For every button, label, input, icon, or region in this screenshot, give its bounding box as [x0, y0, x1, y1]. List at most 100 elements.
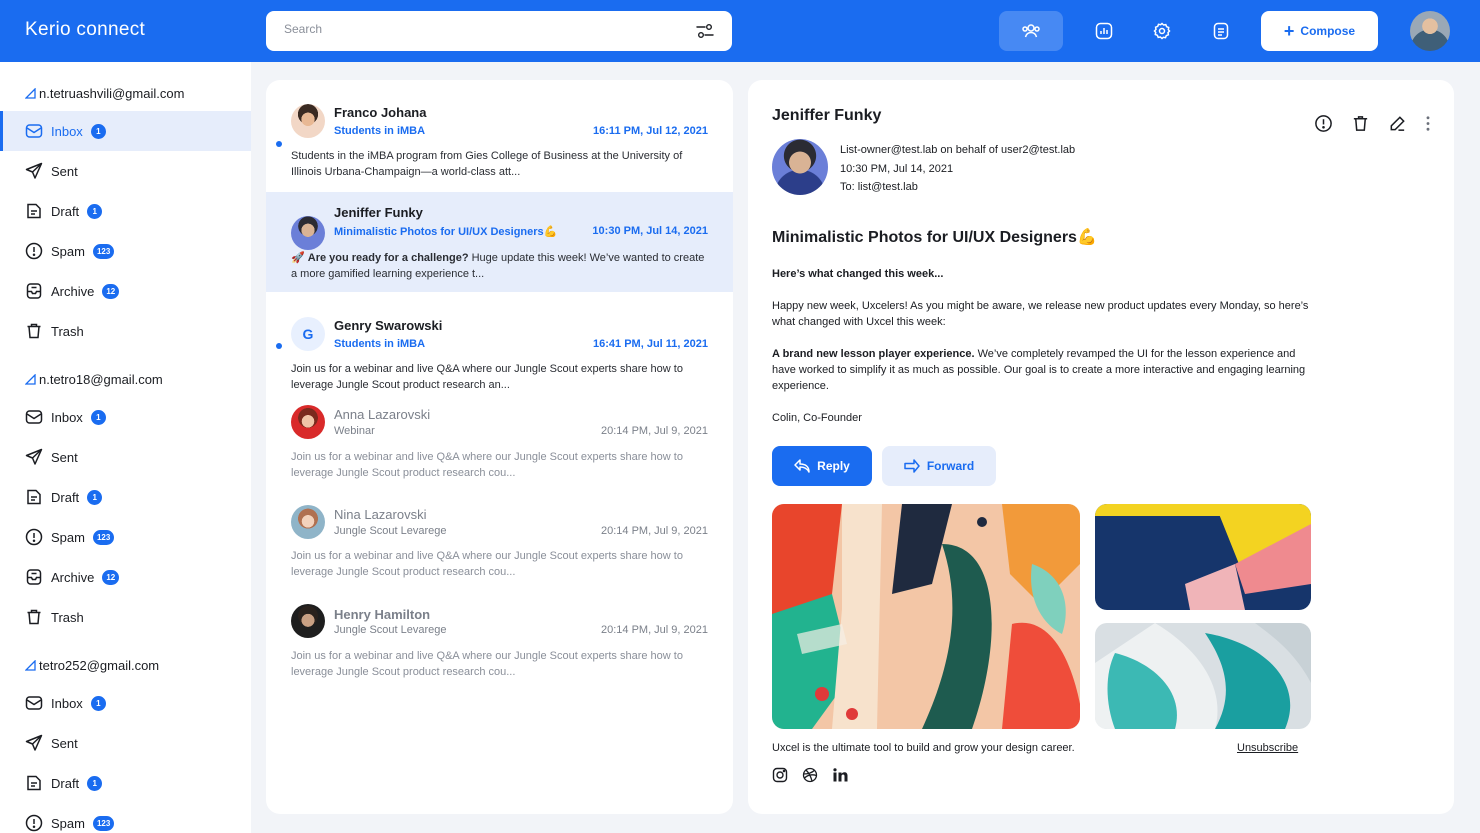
settings-button[interactable]: [1130, 11, 1194, 51]
unread-dot: [276, 343, 282, 349]
reader-sender-name: Jeniffer Funky: [772, 107, 882, 124]
sidebar-item-trash[interactable]: Trash: [0, 597, 251, 637]
delete-icon[interactable]: [1351, 114, 1370, 133]
filter-icon[interactable]: [696, 23, 714, 39]
count-badge: 1: [87, 489, 103, 505]
reader-body: Here’s what changed this week... Happy n…: [772, 266, 1322, 442]
contacts-button[interactable]: [999, 11, 1063, 51]
sender-avatar: [291, 604, 325, 638]
body-intro: Here’s what changed this week...: [772, 268, 944, 280]
email-time: 20:14 PM, Jul 9, 2021: [600, 525, 708, 537]
sidebar-item-archive[interactable]: Archive 12: [0, 271, 251, 311]
sidebar-item-sent[interactable]: Sent: [0, 723, 251, 763]
social-links: [772, 767, 848, 783]
email-item[interactable]: Henry Hamilton Jungle Scout Levarege 20:…: [266, 593, 733, 693]
dribbble-icon[interactable]: [802, 767, 818, 783]
attachment-image[interactable]: [772, 504, 1080, 729]
sidebar-item-sent[interactable]: Sent: [0, 151, 251, 191]
contacts-icon: [1022, 24, 1040, 38]
sidebar-item-inbox[interactable]: Inbox 1: [0, 111, 251, 151]
date-line: 10:30 PM, Jul 14, 2021: [840, 162, 954, 175]
notes-button[interactable]: [1189, 11, 1253, 51]
spam-icon: [25, 242, 43, 260]
stats-button[interactable]: [1072, 11, 1136, 51]
email-preview: Join us for a webinar and live Q&A where…: [291, 363, 683, 391]
sidebar-item-archive[interactable]: Archive 12: [0, 557, 251, 597]
sidebar: n.tetruashvili@gmail.com Inbox 1 Sent Draft 1…: [0, 62, 251, 833]
email-subject: Minimalistic Photos for UI/UX Designers💪: [334, 226, 558, 238]
sender-name: Anna Lazarovski: [334, 407, 431, 422]
sidebar-item-label: Spam: [51, 815, 85, 831]
sender-avatar: [291, 505, 325, 539]
account-header[interactable]: n.tetruashvili@gmail.com: [25, 86, 184, 101]
instagram-icon[interactable]: [772, 767, 788, 783]
sidebar-item-label: Archive: [51, 569, 95, 585]
reader-sender-avatar: [772, 139, 828, 195]
sent-icon: [25, 448, 43, 466]
sidebar-item-sent[interactable]: Sent: [0, 437, 251, 477]
count-badge: 123: [92, 243, 115, 259]
abstract-painting-image: [1095, 623, 1311, 729]
search-input[interactable]: [284, 22, 664, 36]
account-header[interactable]: tetro252@gmail.com: [25, 658, 159, 673]
reading-pane: Jeniffer Funky List-owner@test.lab on be…: [748, 80, 1454, 814]
email-preview: Join us for a webinar and live Q&A where…: [291, 451, 683, 479]
count-badge: 1: [90, 409, 106, 425]
sidebar-item-inbox[interactable]: Inbox 1: [0, 397, 251, 437]
email-time: 10:30 PM, Jul 14, 2021: [592, 225, 708, 237]
sidebar-item-spam[interactable]: Spam 123: [0, 517, 251, 557]
app-logo[interactable]: Kerio connect: [25, 19, 145, 41]
inbox-icon: [25, 694, 43, 712]
sidebar-item-label: Spam: [51, 243, 85, 259]
linkedin-icon[interactable]: [832, 767, 848, 783]
sender-name: Genry Swarowski: [334, 318, 443, 333]
email-item[interactable]: Jeniffer Funky Minimalistic Photos for U…: [266, 192, 733, 292]
count-badge: 1: [87, 203, 103, 219]
trash-icon: [25, 608, 43, 626]
sidebar-item-draft[interactable]: Draft 1: [0, 477, 251, 517]
top-bar: Kerio connect + Compose: [0, 0, 1480, 62]
report-icon[interactable]: [1314, 114, 1333, 133]
sidebar-item-label: Sent: [51, 163, 78, 179]
rocket-icon: 🚀: [291, 252, 305, 264]
sidebar-item-draft[interactable]: Draft 1: [0, 763, 251, 803]
plus-icon: +: [1283, 21, 1295, 41]
sidebar-item-spam[interactable]: Spam 123: [0, 803, 251, 833]
forward-label: Forward: [926, 459, 975, 473]
sidebar-item-label: Sent: [51, 735, 78, 751]
email-time: 20:14 PM, Jul 9, 2021: [600, 425, 708, 437]
sidebar-item-trash[interactable]: Trash: [0, 311, 251, 351]
sidebar-item-draft[interactable]: Draft 1: [0, 191, 251, 231]
compose-button[interactable]: + Compose: [1261, 11, 1378, 51]
sidebar-item-label: Trash: [51, 323, 84, 339]
email-item[interactable]: Franco Johana Students in iMBA 16:11 PM,…: [266, 80, 733, 180]
account-header[interactable]: n.tetro18@gmail.com: [25, 372, 163, 387]
forward-button[interactable]: Forward: [882, 446, 996, 486]
email-item[interactable]: Anna Lazarovski Webinar 20:14 PM, Jul 9,…: [266, 394, 733, 494]
sidebar-item-label: Draft: [51, 203, 80, 219]
unsubscribe-link[interactable]: Unsubscribe: [1237, 742, 1298, 754]
email-item[interactable]: G Genry Swarowski Students in iMBA 16:41…: [266, 293, 733, 393]
user-avatar[interactable]: [1410, 11, 1450, 51]
attachment-image[interactable]: [1095, 623, 1311, 729]
sidebar-item-label: Spam: [51, 529, 85, 545]
reply-button[interactable]: Reply: [772, 446, 872, 486]
edit-icon[interactable]: [1388, 114, 1407, 133]
email-subject: Jungle Scout Levarege: [334, 525, 447, 537]
google-avatar-icon: G: [291, 317, 325, 351]
sidebar-item-inbox[interactable]: Inbox 1: [0, 683, 251, 723]
sender-avatar: [291, 405, 325, 439]
sender-name: Jeniffer Funky: [334, 205, 423, 220]
more-icon[interactable]: [1425, 114, 1431, 133]
sender-avatar: [291, 216, 325, 250]
search-box[interactable]: [266, 11, 732, 51]
email-preview: 🚀 Are you ready for a challenge? Huge up…: [291, 250, 711, 282]
sidebar-item-spam[interactable]: Spam 123: [0, 231, 251, 271]
footer-text: Uxcel is the ultimate tool to build and …: [772, 742, 1075, 754]
email-item[interactable]: Nina Lazarovski Jungle Scout Levarege 20…: [266, 493, 733, 593]
to-line: To: list@test.lab: [840, 181, 918, 193]
attachment-image[interactable]: [1095, 504, 1311, 610]
account-email: tetro252@gmail.com: [39, 658, 160, 673]
sidebar-item-label: Inbox: [51, 409, 83, 425]
reply-label: Reply: [817, 459, 850, 473]
